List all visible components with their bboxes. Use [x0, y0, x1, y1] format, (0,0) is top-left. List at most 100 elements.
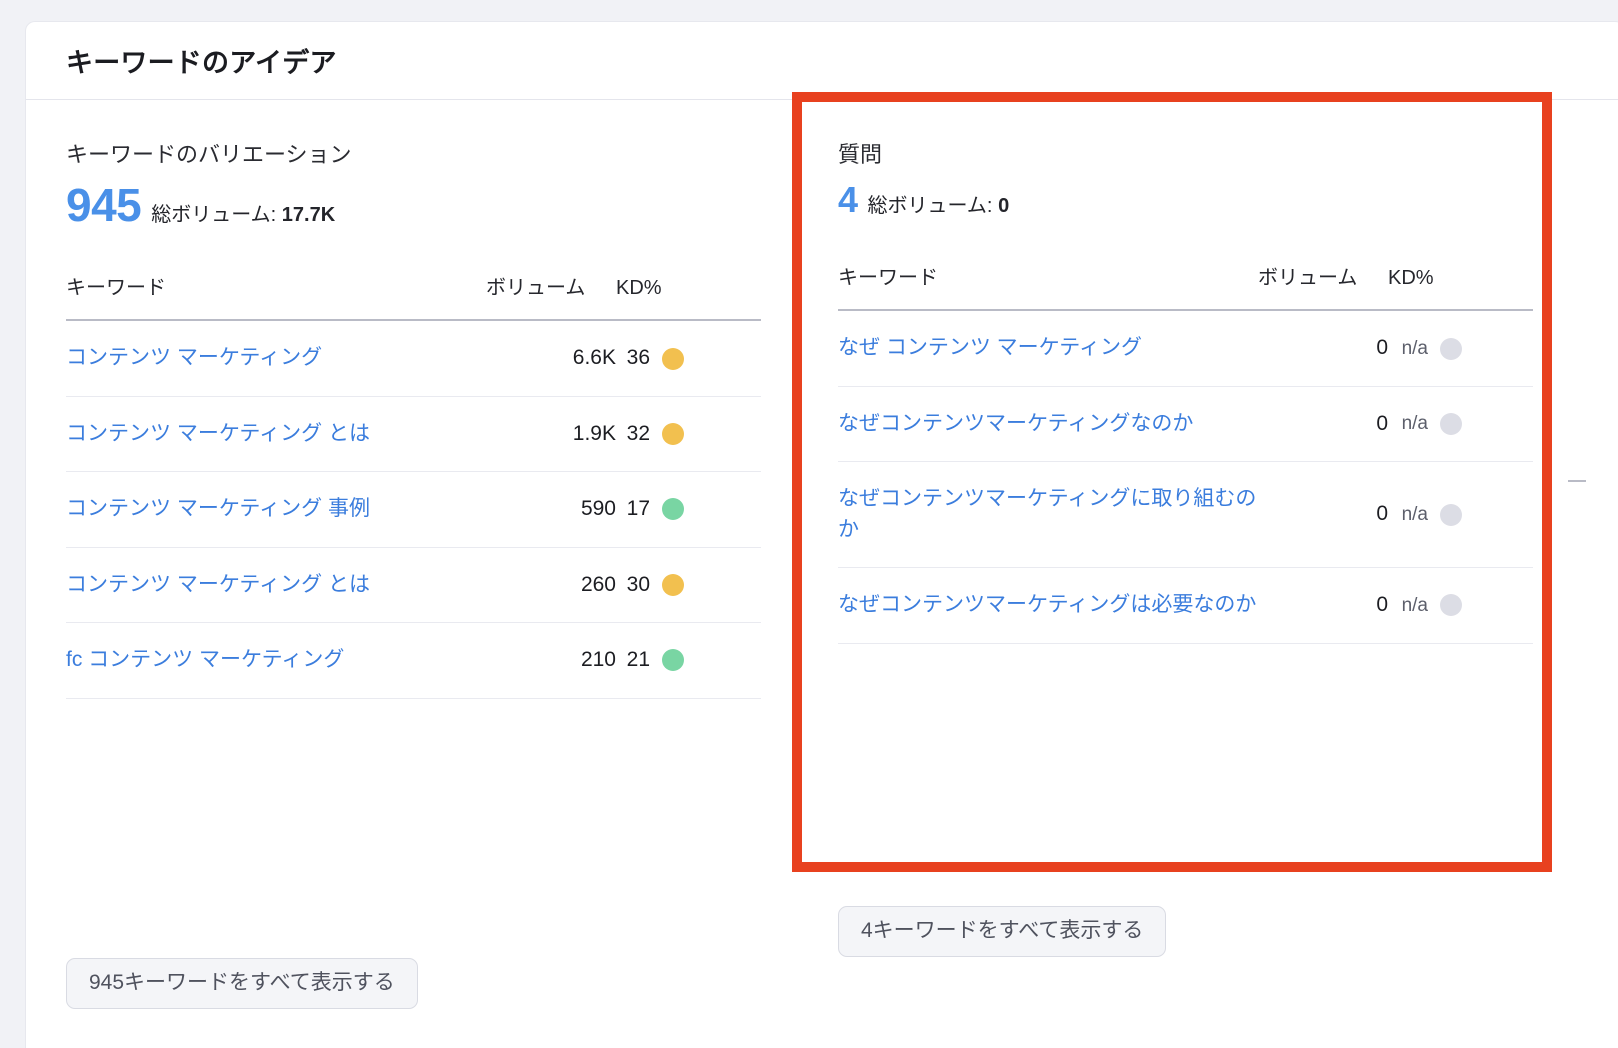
- volume-cell: 590: [580, 497, 616, 521]
- kd-value: n/a: [1401, 503, 1428, 525]
- kd-cell: 36: [616, 320, 761, 396]
- volume-cell: 0: [1376, 336, 1388, 360]
- kd-value: 17: [626, 497, 650, 521]
- table-row: なぜコンテンツマーケティングなのか 0 n/a: [838, 386, 1533, 462]
- kd-difficulty-dot-icon: [1440, 503, 1462, 526]
- table-row: コンテンツ マーケティング とは 260 30: [66, 547, 761, 623]
- keyword-link[interactable]: なぜコンテンツマーケティングに取り組むのか: [838, 487, 1256, 540]
- kd-value: n/a: [1401, 594, 1428, 616]
- keyword-cell: なぜ コンテンツ マーケティング: [838, 310, 1258, 386]
- show-all-questions-button[interactable]: 4キーワードをすべて表示する: [838, 906, 1167, 958]
- keyword-cell: コンテンツ マーケティング とは: [66, 396, 486, 471]
- kd-value: 36: [626, 346, 650, 370]
- questions-heading: 質問: [838, 142, 883, 167]
- table-head: キーワード ボリューム KD%: [66, 274, 761, 321]
- keyword-variations-stat: 945 総ボリューム: 17.7K: [66, 182, 786, 228]
- keyword-cell: なぜコンテンツマーケティングは必要なのか: [838, 568, 1258, 643]
- keyword-link[interactable]: fc コンテンツ マーケティング: [66, 648, 344, 671]
- keyword-cell: コンテンツ マーケティング とは: [66, 547, 486, 622]
- column-header-kd[interactable]: KD%: [616, 274, 761, 320]
- show-all-variations-button[interactable]: 945キーワードをすべて表示する: [66, 958, 418, 1010]
- total-volume-label: 総ボリューム:: [867, 195, 993, 218]
- table-body: コンテンツ マーケティング 6.6K 36 コンテンツ マーケティング とは 1.9K 3…: [66, 320, 761, 699]
- volume-cell: 260: [580, 572, 616, 596]
- kd-wrapper: 30: [616, 570, 761, 600]
- questions-count: 4: [838, 179, 858, 221]
- table-head: キーワード ボリューム KD%: [838, 264, 1533, 311]
- keyword-link[interactable]: コンテンツ マーケティング とは: [66, 422, 370, 445]
- keyword-link[interactable]: なぜ コンテンツ マーケティング: [838, 336, 1142, 359]
- kd-difficulty-dot-icon: [662, 423, 684, 446]
- table-header-row: キーワード ボリューム KD%: [66, 274, 761, 321]
- page-root: キーワードのアイデア キーワードのバリエーション 945 総ボリューム: 17.…: [0, 0, 1618, 1048]
- table-row: fc コンテンツ マーケティング 210 21: [66, 623, 761, 699]
- kd-cell: 32: [616, 396, 761, 471]
- kd-cell: n/a: [1388, 386, 1533, 461]
- right-button-wrap: 4キーワードをすべて表示する: [786, 906, 1586, 1009]
- kd-value: n/a: [1401, 413, 1428, 435]
- left-button-wrap: 945キーワードをすべて表示する: [26, 924, 786, 1010]
- kd-cell: n/a: [1388, 462, 1533, 568]
- adjacent-column-edge: [1568, 480, 1586, 482]
- table-row: コンテンツ マーケティング 6.6K 36: [66, 320, 761, 397]
- column-header-kd[interactable]: KD%: [1388, 264, 1533, 310]
- column-header-keyword[interactable]: キーワード: [838, 264, 1258, 310]
- page-title: キーワードのアイデア: [66, 48, 337, 78]
- kd-difficulty-dot-icon: [1440, 413, 1462, 436]
- volume-cell: 6.6K: [572, 346, 616, 370]
- kd-difficulty-dot-icon: [662, 347, 684, 370]
- total-volume-label: 総ボリューム:: [151, 204, 277, 227]
- table-header-row: キーワード ボリューム KD%: [838, 264, 1533, 311]
- kd-difficulty-dot-icon: [1440, 594, 1462, 617]
- table-row: コンテンツ マーケティング 事例 590 17: [66, 472, 761, 548]
- kd-difficulty-dot-icon: [662, 649, 684, 672]
- kd-wrapper: 36: [616, 343, 761, 373]
- keyword-cell: コンテンツ マーケティング: [66, 320, 486, 396]
- questions-total-volume: 総ボリューム: 0: [868, 189, 1010, 218]
- kd-cell: n/a: [1388, 310, 1533, 386]
- keyword-variations-table: キーワード ボリューム KD% コンテンツ マーケティング 6.6K 36 コンテンツ…: [66, 274, 761, 699]
- kd-wrapper: n/a: [1388, 335, 1533, 363]
- kd-difficulty-dot-icon: [662, 498, 684, 521]
- kd-wrapper: 17: [616, 494, 761, 524]
- keyword-cell: なぜコンテンツマーケティングなのか: [838, 386, 1258, 461]
- keyword-link[interactable]: なぜコンテンツマーケティングなのか: [838, 412, 1193, 435]
- volume-cell: 0: [1376, 502, 1388, 526]
- keyword-link[interactable]: コンテンツ マーケティング 事例: [66, 497, 370, 520]
- kd-difficulty-dot-icon: [1440, 337, 1462, 360]
- total-volume-value: 17.7K: [281, 204, 336, 227]
- kd-value: n/a: [1401, 337, 1428, 359]
- keyword-variations-total-volume: 総ボリューム: 17.7K: [151, 198, 335, 227]
- keyword-link[interactable]: なぜコンテンツマーケティングは必要なのか: [838, 593, 1256, 616]
- card-body: キーワードのバリエーション 945 総ボリューム: 17.7K キーワード ボリ…: [26, 100, 1618, 1048]
- table-row: コンテンツ マーケティング とは 1.9K 32: [66, 396, 761, 472]
- kd-cell: 21: [616, 623, 761, 698]
- kd-wrapper: n/a: [1388, 592, 1533, 620]
- keyword-variations-panel: キーワードのバリエーション 945 総ボリューム: 17.7K キーワード ボリ…: [26, 100, 786, 1048]
- keyword-link[interactable]: コンテンツ マーケティング: [66, 346, 322, 369]
- kd-wrapper: n/a: [1388, 501, 1533, 529]
- total-volume-value: 0: [998, 195, 1010, 218]
- keyword-variations-heading: キーワードのバリエーション: [66, 142, 352, 167]
- kd-wrapper: n/a: [1388, 410, 1533, 438]
- keyword-link[interactable]: コンテンツ マーケティング とは: [66, 573, 370, 596]
- table-row: なぜコンテンツマーケティングに取り組むのか 0 n/a: [838, 462, 1533, 568]
- kd-cell: 17: [616, 472, 761, 547]
- show-all-row: 945キーワードをすべて表示する 4キーワードをすべて表示する: [26, 906, 1618, 1010]
- kd-difficulty-dot-icon: [662, 573, 684, 596]
- keyword-cell: コンテンツ マーケティング 事例: [66, 472, 486, 547]
- column-header-keyword[interactable]: キーワード: [66, 274, 486, 320]
- kd-value: 21: [626, 648, 650, 672]
- kd-value: 30: [626, 572, 650, 596]
- questions-stat: 4 総ボリューム: 0: [838, 182, 1586, 218]
- volume-cell: 0: [1376, 411, 1388, 435]
- table-row: なぜコンテンツマーケティングは必要なのか 0 n/a: [838, 568, 1533, 644]
- column-header-volume[interactable]: ボリューム: [1258, 264, 1388, 310]
- kd-wrapper: 21: [616, 645, 761, 675]
- volume-cell: 1.9K: [572, 421, 616, 445]
- volume-cell: 0: [1376, 593, 1388, 617]
- table-row: なぜ コンテンツ マーケティング 0 n/a: [838, 310, 1533, 387]
- keyword-cell: なぜコンテンツマーケティングに取り組むのか: [838, 462, 1258, 568]
- card-header: キーワードのアイデア: [26, 22, 1618, 100]
- column-header-volume[interactable]: ボリューム: [486, 274, 616, 320]
